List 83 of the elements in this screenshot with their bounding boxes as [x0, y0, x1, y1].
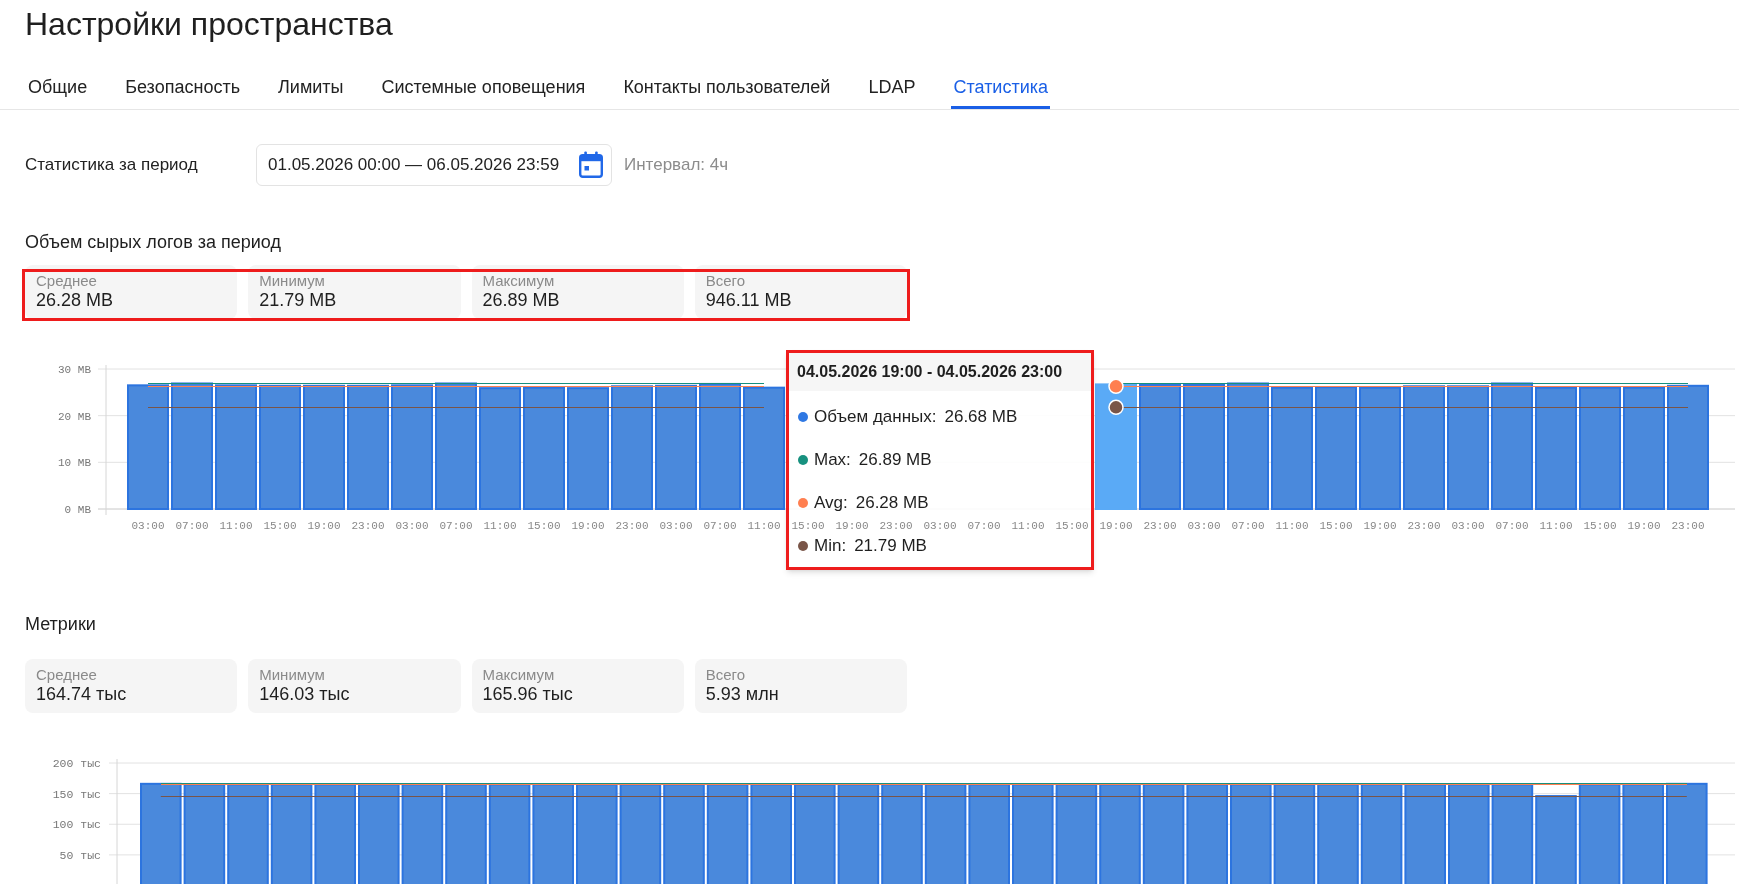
axis-label: 07:00 [967, 520, 1001, 532]
axis-label: 19:00 [1363, 520, 1397, 532]
tooltip-value: 26.28 MB [855, 491, 929, 514]
axis-label: 07:00 [175, 520, 209, 532]
axis-label: 100 тыс [52, 818, 101, 832]
tab[interactable]: Системные оповещения [379, 66, 588, 109]
axis-label: 07:00 [1495, 520, 1529, 532]
stat-value: 946.11 MB [705, 289, 792, 311]
axis-label: 19:00 [835, 520, 869, 532]
stat-label: Минимум [259, 273, 325, 289]
section-title: Метрики [25, 613, 96, 636]
axis-label: 03:00 [395, 520, 429, 532]
axis-label: 19:00 [571, 520, 605, 532]
stat-value: 26.89 MB [482, 289, 560, 311]
tab[interactable]: LDAP [866, 66, 918, 109]
axis-label: 15:00 [791, 520, 825, 532]
tooltip-value: 26.89 MB [858, 448, 932, 471]
stat-label: Всего [705, 273, 746, 289]
axis-label: 11:00 [483, 520, 517, 532]
axis-label: 03:00 [131, 520, 165, 532]
axis-label: 19:00 [1627, 520, 1661, 532]
axis-label: 19:00 [307, 520, 341, 532]
axis-label: 20 MB [58, 410, 91, 423]
axis-label: 11:00 [219, 520, 253, 532]
axis-label: 11:00 [1011, 520, 1045, 532]
axis-label: 15:00 [527, 520, 561, 532]
axis-label: 15:00 [1319, 520, 1353, 532]
tooltip-value: 21.79 MB [854, 534, 927, 557]
axis-label: 23:00 [1671, 520, 1705, 532]
axis-label: 11:00 [1275, 520, 1309, 532]
date-range-field[interactable]: 01.05.2026 00:00 — 06.05.2026 23:59 [256, 144, 612, 186]
axis-label: 23:00 [879, 520, 913, 532]
page-title: Настройки пространства [25, 5, 393, 44]
tooltip-label: Min: [814, 534, 847, 557]
stat-label: Минимум [259, 667, 325, 683]
stat-label: Максимум [482, 273, 555, 289]
axis-label: 200 тыс [52, 757, 101, 770]
axis-label: 11:00 [747, 520, 781, 532]
axis-label: 07:00 [1231, 520, 1265, 532]
axis-label: 50 тыс [59, 848, 101, 862]
stat-label: Всего [705, 667, 746, 683]
axis-label: 10 MB [58, 457, 91, 470]
axis-label: 11:00 [1539, 520, 1573, 532]
tooltip-label: Max: [814, 448, 851, 471]
stat-label: Среднее [36, 667, 97, 683]
axis-label: 23:00 [1143, 520, 1177, 532]
stat-value: 26.28 MB [36, 289, 114, 311]
tooltip-value: 26.68 MB [944, 405, 1018, 428]
tab[interactable]: Лимиты [276, 66, 346, 109]
tooltip-label: Avg: [814, 491, 848, 514]
axis-label: 03:00 [923, 520, 957, 532]
period-label: Статистика за период [25, 155, 198, 175]
stat-value: 5.93 млн [705, 683, 779, 705]
tab[interactable]: Контакты пользователей [621, 66, 833, 109]
tooltip-title: 04.05.2026 19:00 - 04.05.2026 23:00 [789, 353, 1091, 391]
tab[interactable]: Общие [26, 66, 90, 109]
axis-label: 07:00 [703, 520, 737, 532]
axis-label: 150 тыс [52, 787, 101, 801]
stat-value: 164.74 тыс [36, 683, 127, 705]
axis-label: 0 MB [64, 504, 91, 516]
stat-value: 165.96 тыс [482, 683, 573, 705]
axis-label: 07:00 [439, 520, 473, 532]
tab[interactable]: Безопасность [123, 66, 242, 109]
stat-value: 146.03 тыс [259, 683, 350, 705]
axis-label: 15:00 [1055, 520, 1089, 532]
tooltip-label: Объем данных: [814, 405, 937, 428]
axis-label: 03:00 [659, 520, 693, 532]
axis-label: 19:00 [1099, 520, 1133, 532]
section-title: Объем сырых логов за период [25, 231, 281, 254]
axis-label: 23:00 [615, 520, 649, 532]
interval-label: Интервал: 4ч [624, 154, 729, 177]
calendar-icon[interactable] [578, 151, 604, 179]
axis-label: 15:00 [263, 520, 297, 532]
axis-label: 03:00 [1451, 520, 1485, 532]
stat-label: Среднее [36, 273, 97, 289]
stat-value: 21.79 MB [259, 289, 337, 311]
axis-label: 03:00 [1187, 520, 1221, 532]
axis-label: 23:00 [1407, 520, 1441, 532]
stat-label: Максимум [482, 667, 555, 683]
axis-label: 30 MB [58, 364, 91, 376]
axis-label: 15:00 [1583, 520, 1617, 532]
axis-label: 23:00 [351, 520, 385, 532]
tab[interactable]: Статистика [951, 66, 1050, 109]
